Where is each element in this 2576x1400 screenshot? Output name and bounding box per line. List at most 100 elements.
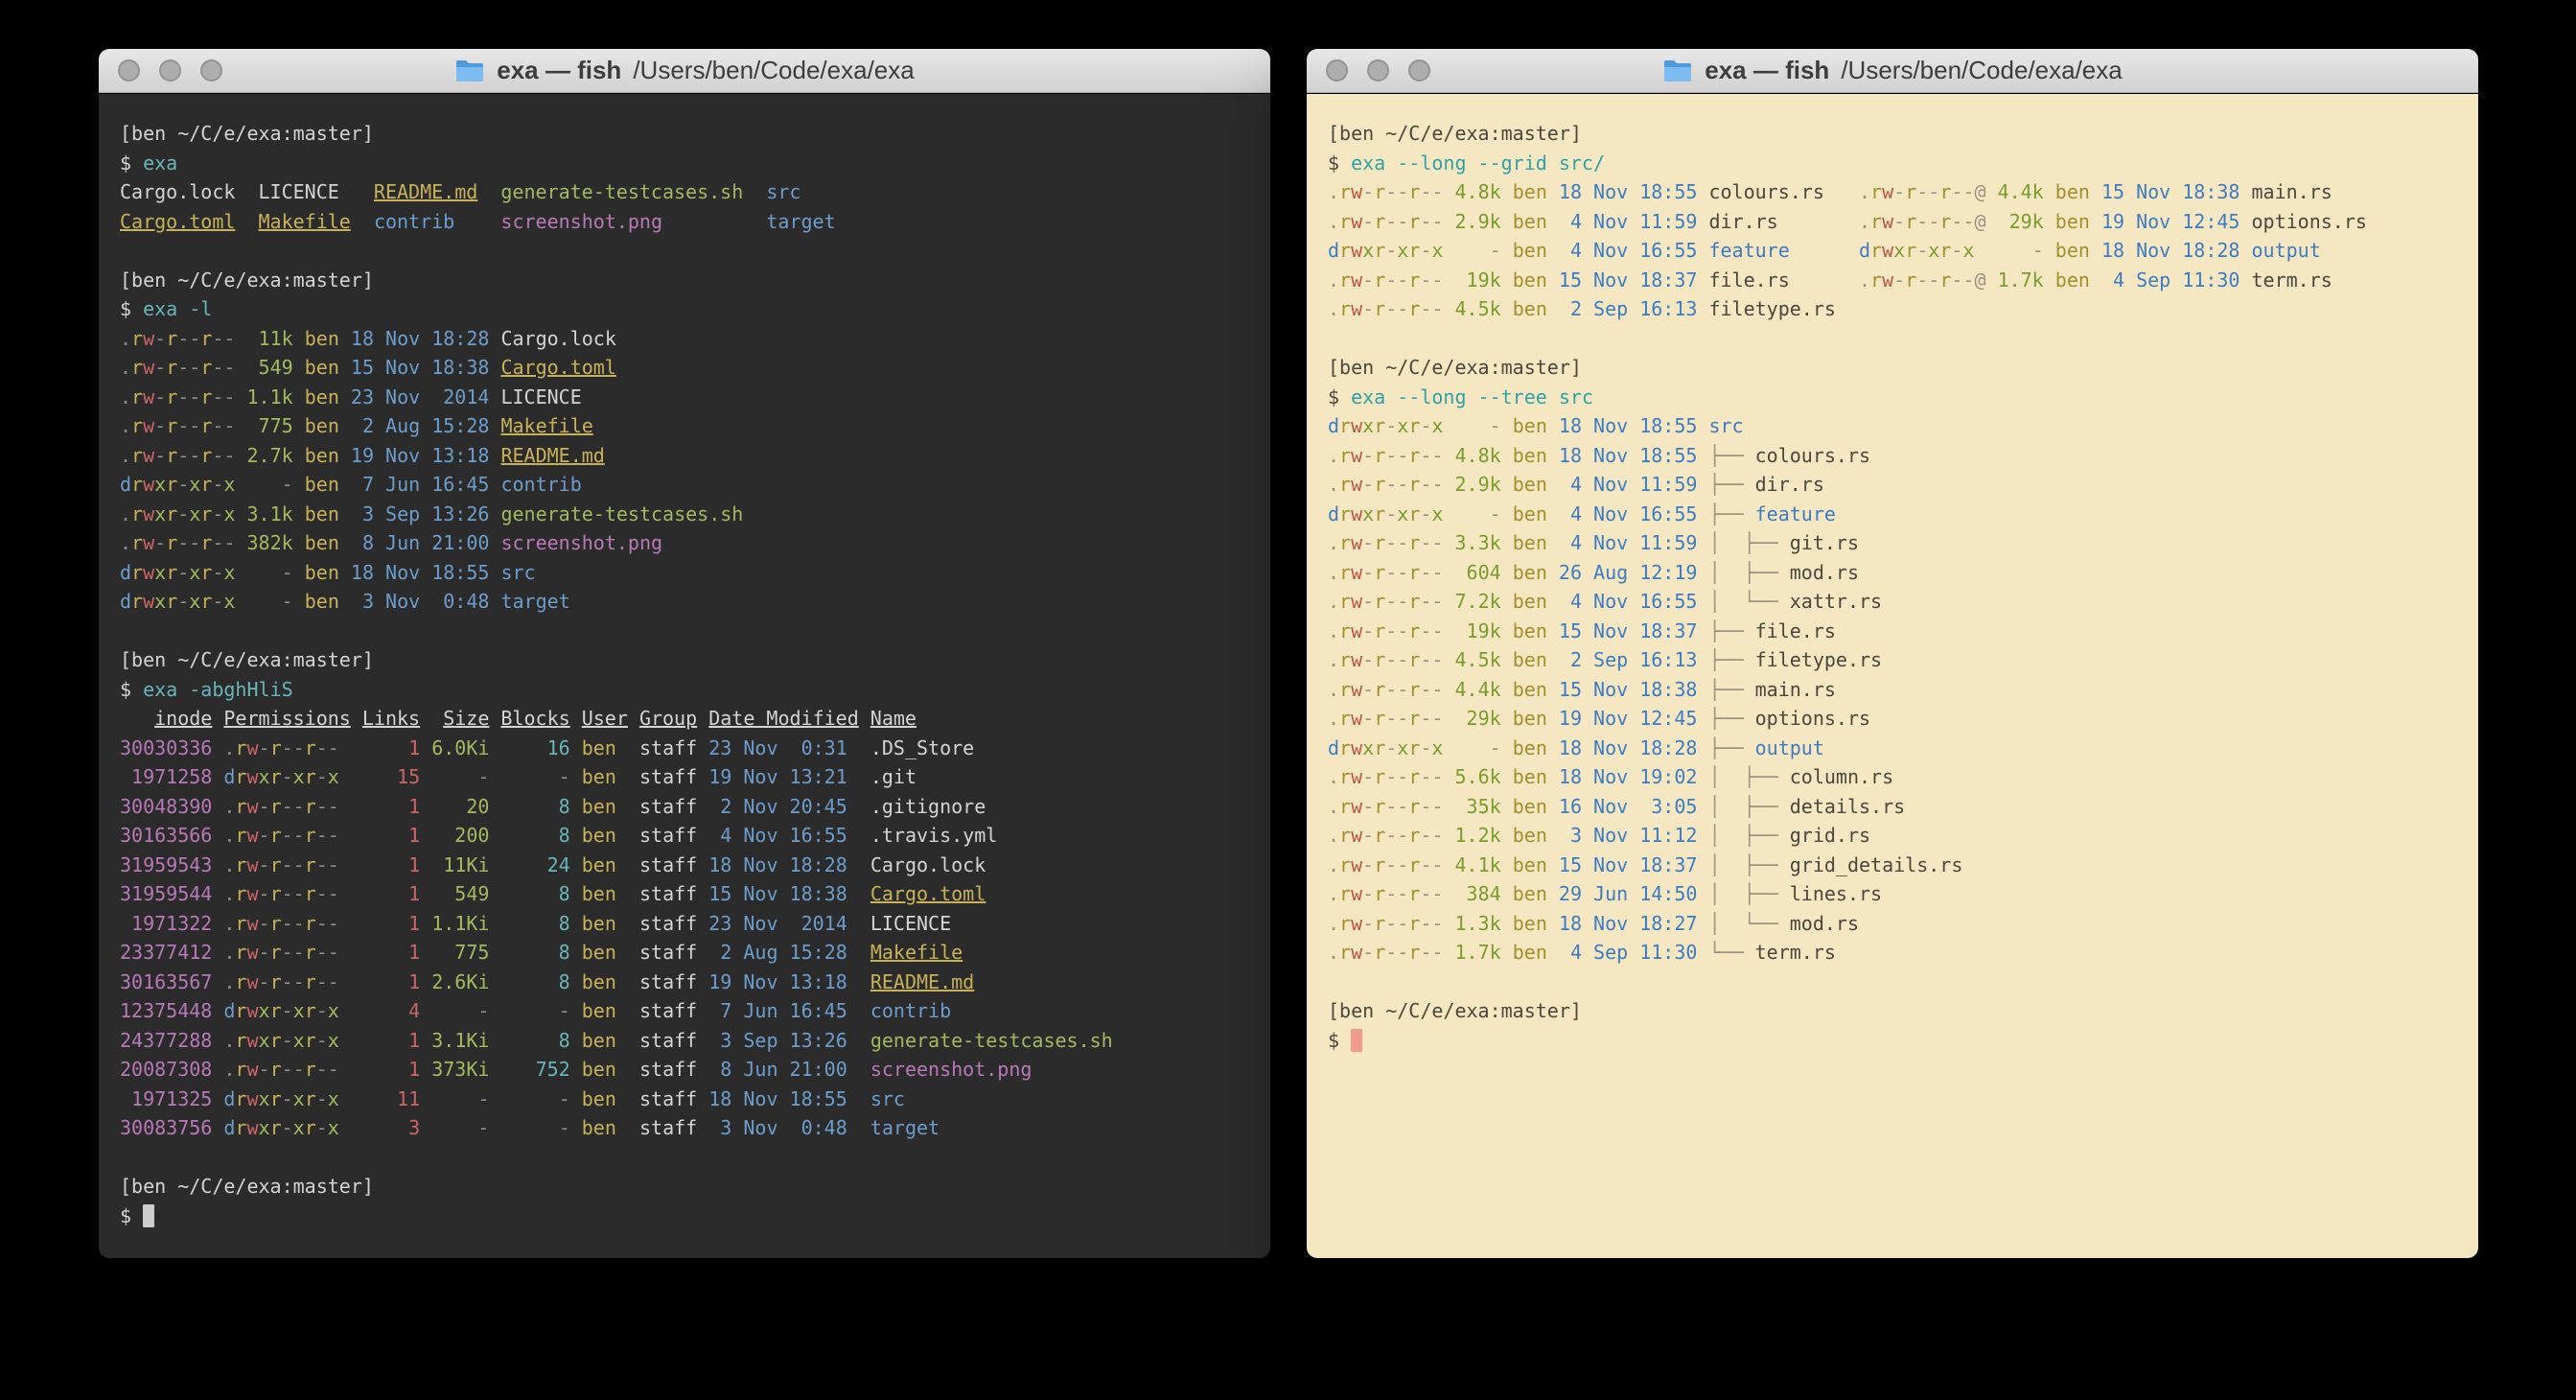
terminal-text: filetype.rs <box>1708 297 1835 320</box>
terminal-text <box>1501 502 1513 525</box>
terminal-text <box>847 1029 870 1052</box>
terminal-text: r <box>270 970 282 993</box>
terminal-text: -- <box>1420 824 1443 847</box>
terminal-text: r <box>305 765 316 788</box>
terminal-text: -- <box>177 356 200 379</box>
terminal-text: r <box>1408 824 1420 847</box>
terminal-text: - <box>177 590 189 613</box>
terminal-text: . <box>223 970 235 993</box>
terminal-text <box>489 736 500 759</box>
terminal-text <box>339 590 351 613</box>
terminal-text: r <box>166 473 177 496</box>
terminal-text <box>1501 239 1513 262</box>
terminal-text: ├── <box>1708 736 1754 759</box>
terminal-text: 15 Nov 18:38 <box>351 356 490 379</box>
terminal-text: r <box>1339 444 1351 467</box>
terminal-text: r <box>200 356 212 379</box>
terminal-text <box>847 853 870 876</box>
terminal-text: x <box>328 1029 339 1052</box>
terminal-text: -- <box>1385 180 1408 203</box>
terminal-text: ├── <box>1708 707 1754 730</box>
terminal-text <box>489 531 500 554</box>
terminal-text <box>570 1087 582 1110</box>
terminal-line: .rwxr-xr-x 3.1k ben 3 Sep 13:26 generate… <box>120 500 1249 529</box>
title-bar[interactable]: exa — fish /Users/ben/Code/exa/exa <box>99 49 1270 93</box>
terminal-text: -- <box>282 795 305 818</box>
terminal-text <box>570 912 582 935</box>
terminal-text: ben <box>1513 268 1547 292</box>
terminal-content[interactable]: [ben ~/C/e/exa:master]$ exaCargo.lock LI… <box>99 94 1270 1258</box>
terminal-text: 8 Jun 21:00 <box>708 1058 847 1081</box>
terminal-text: r <box>131 561 143 584</box>
terminal-text <box>489 824 500 847</box>
terminal-text: [ben ~/C/e/exa:master] <box>120 1175 374 1198</box>
terminal-text: -- <box>212 327 235 350</box>
close-button[interactable] <box>118 59 140 82</box>
terminal-line <box>120 1143 1249 1173</box>
terminal-text: r <box>1408 531 1420 554</box>
terminal-text: ben <box>1513 180 1547 203</box>
terminal-text: x <box>154 590 166 613</box>
terminal-text: xattr.rs <box>1790 590 1882 613</box>
terminal-text <box>1501 210 1513 233</box>
zoom-button[interactable] <box>200 59 222 82</box>
terminal-text: d <box>223 1087 235 1110</box>
zoom-button[interactable] <box>1408 59 1430 82</box>
terminal-line <box>120 236 1249 266</box>
minimize-button[interactable] <box>1367 59 1389 82</box>
terminal-text: . <box>1328 882 1339 905</box>
terminal-text <box>1697 795 1708 818</box>
minimize-button[interactable] <box>159 59 181 82</box>
terminal-text: ben <box>582 824 616 847</box>
terminal-text: staff <box>639 765 697 788</box>
terminal-text <box>420 707 443 730</box>
terminal-text: Cargo.toml <box>120 210 235 233</box>
folder-icon <box>1662 58 1693 83</box>
terminal-text <box>570 882 582 905</box>
terminal-line: [ben ~/C/e/exa:master] <box>120 119 1249 149</box>
terminal-text: r <box>270 882 282 905</box>
terminal-text: Permissions <box>223 707 350 730</box>
terminal-text: -- <box>282 882 305 905</box>
terminal-text: │ ├── <box>1708 795 1789 818</box>
terminal-line: .rw-r--r-- 1.1k ben 23 Nov 2014 LICENCE <box>120 383 1249 412</box>
terminal-text: - <box>316 999 328 1022</box>
terminal-text: r <box>200 414 212 437</box>
close-button[interactable] <box>1326 59 1348 82</box>
terminal-text: r <box>166 385 177 408</box>
terminal-text: 373Ki <box>431 1058 489 1081</box>
terminal-line: 23377412 .rw-r--r-- 1 775 8 ben staff 2 … <box>120 938 1249 968</box>
terminal-text <box>1697 473 1708 496</box>
terminal-text: -- <box>1420 853 1443 876</box>
terminal-text <box>1443 707 1454 730</box>
terminal-line: 1971325 drwxr-xr-x 11 - - ben staff 18 N… <box>120 1085 1249 1114</box>
terminal-text: - <box>1362 707 1374 730</box>
terminal-text <box>616 795 639 818</box>
terminal-content[interactable]: [ben ~/C/e/exa:master]$ exa --long --gri… <box>1307 94 2478 1258</box>
title-bar[interactable]: exa — fish /Users/ben/Code/exa/exa <box>1307 49 2478 93</box>
terminal-text <box>743 180 766 203</box>
terminal-text: r <box>1339 941 1351 964</box>
terminal-text <box>1547 824 1559 847</box>
terminal-text: w <box>246 736 258 759</box>
terminal-text: -- <box>1420 941 1443 964</box>
terminal-text <box>489 385 500 408</box>
terminal-text: ben <box>1513 707 1547 730</box>
terminal-text: -- <box>212 414 235 437</box>
terminal-text: -- <box>1420 561 1443 584</box>
terminal-text: inode <box>154 707 212 730</box>
terminal-line: .rw-r--r-- 4.5k ben 2 Sep 16:13 ├── file… <box>1328 645 2457 675</box>
terminal-text: 8 <box>500 824 569 847</box>
terminal-line: .rw-r--r-- 7.2k ben 4 Nov 16:55 │ └── xa… <box>1328 587 2457 617</box>
terminal-text: - <box>1420 502 1431 525</box>
terminal-text <box>1443 619 1454 642</box>
terminal-text: w <box>1351 707 1362 730</box>
terminal-text <box>1697 180 1708 203</box>
terminal-text <box>1501 561 1513 584</box>
terminal-text: README.md <box>500 444 604 467</box>
terminal-text <box>1547 795 1559 818</box>
terminal-text <box>339 970 362 993</box>
terminal-line: 30083756 drwxr-xr-x 3 - - ben staff 3 No… <box>120 1113 1249 1143</box>
terminal-text <box>697 736 708 759</box>
terminal-text <box>847 970 870 993</box>
